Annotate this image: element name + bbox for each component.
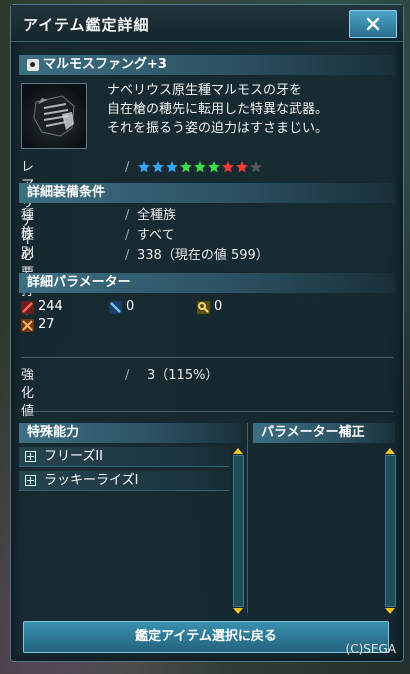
ranged-attack-value: 0 [126, 299, 135, 314]
element-icon [21, 318, 34, 332]
expand-icon [25, 475, 36, 486]
scroll-down-icon[interactable] [233, 608, 243, 614]
technique-attack-icon [197, 300, 210, 314]
ranged-attack-param: 0 [109, 299, 134, 315]
description-line: 自在槍の穂先に転用した特異な武器。 [107, 102, 329, 117]
description-line: ナベリウス原生種マルモスの牙を [107, 83, 303, 98]
param-correction-scrollbar[interactable] [385, 448, 396, 614]
element-param: 27 [21, 317, 55, 333]
grind-label: 強化値 [21, 368, 35, 419]
item-tag-icon [27, 59, 39, 71]
abilities-scrollbar[interactable] [233, 448, 244, 614]
partisan-weapon-icon [33, 95, 75, 137]
expand-icon [25, 451, 36, 462]
rarity-star-icon [208, 161, 220, 173]
ability-name: フリーズII [44, 448, 104, 464]
window-title: アイテム鑑定詳細 [23, 16, 150, 34]
ability-name: ラッキーライズI [44, 472, 139, 488]
description-line: それを振るう姿の迫力はすさまじい。 [107, 121, 329, 136]
striking-attack-icon [21, 300, 34, 314]
param-correction-header: パラメーター補正 [253, 423, 395, 443]
required-striking-value: 338（現在の値 599） [137, 248, 269, 263]
parameters-header: 詳細パラメーター [19, 273, 395, 293]
rarity-star-icon [236, 161, 248, 173]
ability-item[interactable]: ラッキーライズI [19, 471, 229, 491]
striking-attack-value: 244 [38, 299, 63, 314]
rarity-star-icon [194, 161, 206, 173]
item-appraisal-window: アイテム鑑定詳細 マルモスファング+3 ナベリウス原生種マルモスの牙を 自在槍の… [10, 4, 404, 662]
rarity-star-icon [138, 161, 150, 173]
requirements-header: 詳細装備条件 [19, 183, 395, 203]
item-name-header: マルモスファング+3 [19, 55, 395, 75]
title-bar: アイテム鑑定詳細 [11, 5, 403, 42]
element-value: 27 [38, 317, 55, 332]
scroll-down-icon[interactable] [385, 608, 395, 614]
copyright-text: (C)SEGA [345, 642, 396, 656]
divider [247, 423, 248, 613]
rarity-star-icon [180, 161, 192, 173]
rarity-star-icon [250, 161, 262, 173]
race-value: 全種族 [137, 208, 177, 223]
rarity-star-icon [222, 161, 234, 173]
item-image [21, 83, 87, 149]
technique-attack-param: 0 [197, 299, 222, 315]
grind-value: 3（115%） [147, 368, 219, 383]
return-to-selection-button[interactable]: 鑑定アイテム選択に戻る [23, 621, 389, 653]
rarity-stars [137, 160, 263, 174]
gender-value: すべて [137, 228, 175, 243]
technique-attack-value: 0 [214, 299, 223, 314]
divider [21, 411, 393, 412]
divider [21, 357, 393, 358]
scroll-up-icon[interactable] [385, 448, 395, 454]
rarity-star-icon [152, 161, 164, 173]
special-abilities-header: 特殊能力 [19, 423, 241, 443]
striking-attack-param: 244 [21, 299, 63, 315]
item-name: マルモスファング+3 [43, 57, 167, 72]
ranged-attack-icon [109, 300, 122, 314]
scroll-up-icon[interactable] [233, 448, 243, 454]
item-description: ナベリウス原生種マルモスの牙を 自在槍の穂先に転用した特異な武器。 それを振るう… [107, 81, 397, 138]
ability-item[interactable]: フリーズII [19, 447, 229, 467]
rarity-star-icon [166, 161, 178, 173]
close-icon [366, 17, 380, 31]
close-button[interactable] [349, 10, 397, 38]
